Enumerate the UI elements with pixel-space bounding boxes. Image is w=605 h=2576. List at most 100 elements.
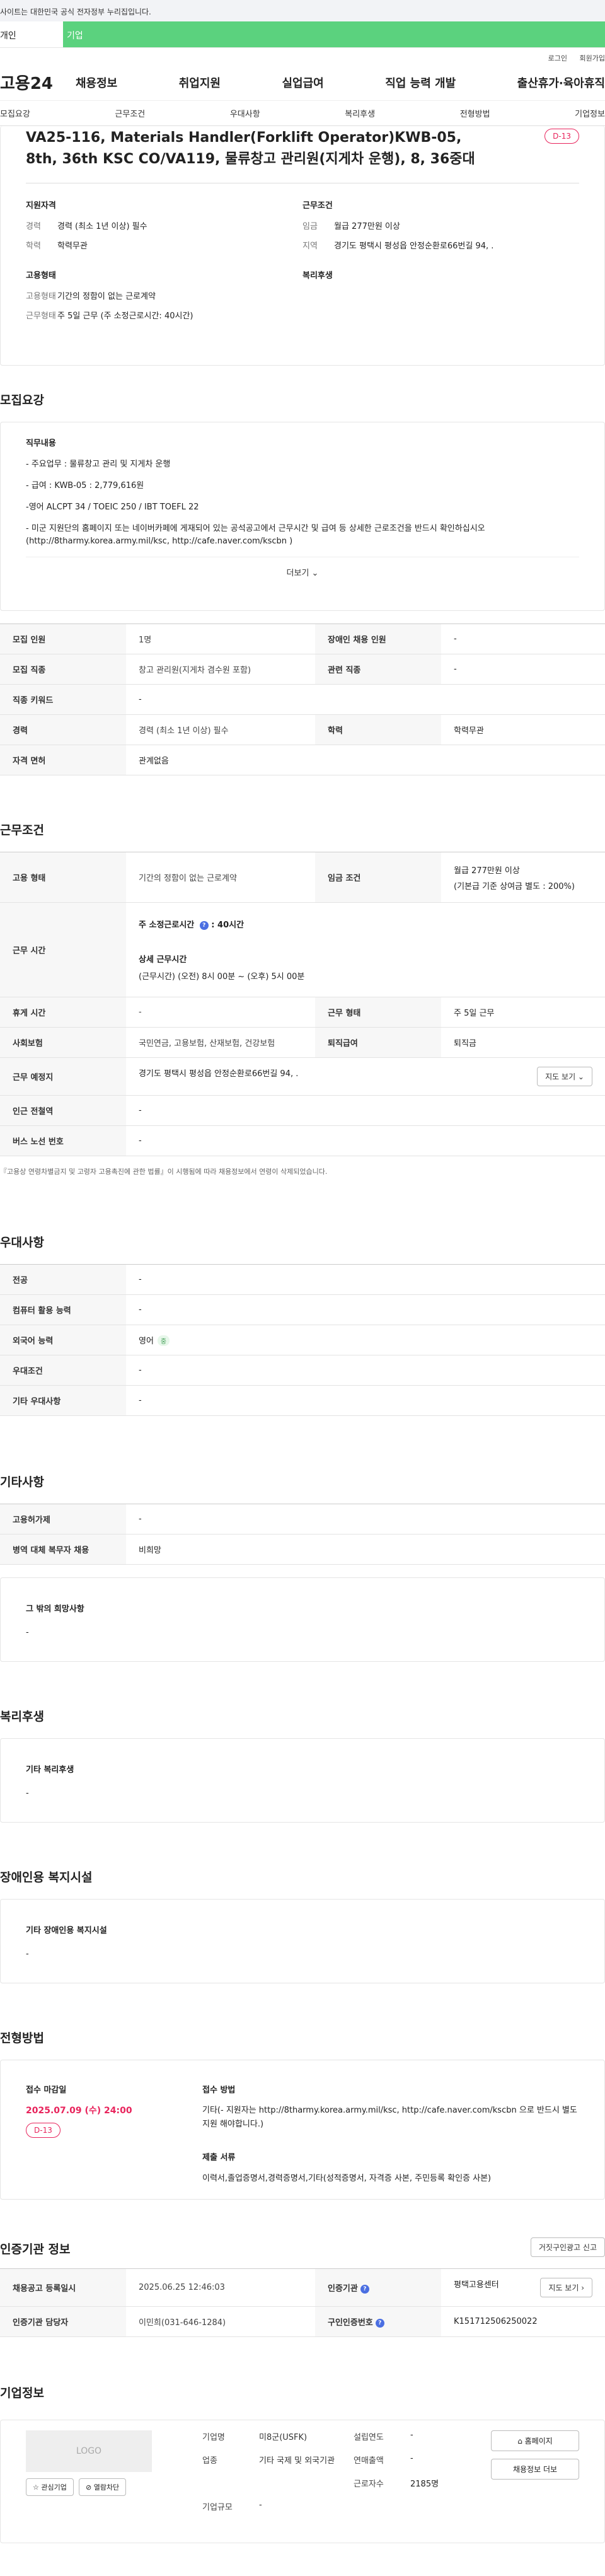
favorite-company-button[interactable]: ☆ 관심기업 bbox=[26, 2478, 74, 2496]
deadline-heading: 접수 마감일 bbox=[26, 2086, 67, 2095]
job-description-line: - 미군 지원단의 홈페이지 또는 네이버카페에 게재되어 있는 공석공고에서 … bbox=[26, 524, 485, 546]
label: 임금 bbox=[302, 222, 318, 231]
subnav-company[interactable]: 기업정보 bbox=[575, 107, 605, 119]
table-value: 주 5일 근무 bbox=[441, 997, 605, 1028]
table-row: 자격 면허 관계없음 bbox=[0, 745, 605, 775]
table-row: 직종 키워드 - bbox=[0, 684, 605, 715]
section-title-apply: 전형방법 bbox=[0, 2031, 44, 2045]
gnb-menu: 채용정보 취업지원 실업급여 직업 능력 개발 출산휴가·육아휴직 bbox=[76, 74, 605, 91]
gnb-item-training[interactable]: 직업 능력 개발 bbox=[385, 74, 456, 91]
subnav-apply[interactable]: 전형방법 bbox=[460, 107, 490, 119]
standard-hours: 주 소정근로시간 ? : 40시간 bbox=[139, 920, 245, 930]
label: 연매출액 bbox=[354, 2456, 384, 2466]
table-label: 기타 우대사항 bbox=[0, 1385, 126, 1416]
company-buttons: ⌂ 홈페이지 채용정보 더보 bbox=[491, 2430, 579, 2487]
value: - bbox=[410, 2454, 413, 2463]
gov-banner: 사이트는 대한민국 공식 전자정부 누리집입니다. bbox=[0, 0, 605, 21]
label: 기업규모 bbox=[202, 2503, 233, 2512]
summary-row: 경력 경력 (최소 1년 이상) 필수 bbox=[26, 219, 302, 231]
value: - bbox=[259, 2500, 262, 2510]
subnav-work[interactable]: 근무조건 bbox=[115, 107, 145, 119]
table-value: 학력무관 bbox=[441, 714, 605, 745]
subnav-welfare[interactable]: 복리후생 bbox=[345, 107, 375, 119]
gnb-item-jobs[interactable]: 채용정보 bbox=[76, 74, 117, 91]
more-jobs-button[interactable]: 채용정보 더보 bbox=[491, 2459, 579, 2480]
table-label: 퇴직급여 bbox=[315, 1027, 441, 1058]
gnb-item-leave[interactable]: 출산휴가·육아휴직 bbox=[517, 74, 605, 91]
table-row: 병역 대체 복무자 채용 비희망 bbox=[0, 1534, 605, 1565]
table-label: 컴퓨터 활용 능력 bbox=[0, 1294, 126, 1325]
table-label: 사회보험 bbox=[0, 1027, 126, 1058]
label: 업종 bbox=[202, 2456, 217, 2466]
info-icon[interactable]: ? bbox=[199, 920, 209, 930]
docs-value: 이력서,졸업증명서,경력증명서,기타(성적증명서, 자격증 사본, 주민등록 확… bbox=[202, 2174, 492, 2183]
table-value: 국민연금, 고용보험, 산재보험, 건강보험 bbox=[126, 1027, 315, 1058]
report-fake-ad-button[interactable]: 거짓구인광고 신고 bbox=[530, 2237, 605, 2257]
welfare-section: 복리후생 기타 복리후생 - bbox=[0, 1662, 605, 1823]
table-value: 이민희(031-646-1284) bbox=[126, 2306, 315, 2337]
table-value: - bbox=[126, 1385, 605, 1416]
etc-section: 기타사항 고용허가제 - 병역 대체 복무자 채용 비희망 그 밖의 희망사항 - bbox=[0, 1416, 605, 1662]
table-label: 근무 형태 bbox=[315, 997, 441, 1028]
summary-qualification: 지원자격 경력 경력 (최소 1년 이상) 필수 학력 학력무관 고용형태 고용형태… bbox=[26, 199, 302, 328]
welfare-value: - bbox=[26, 1789, 29, 1798]
block-company-button[interactable]: ⊘ 열람차단 bbox=[78, 2478, 127, 2496]
summary-row: 학력 학력무관 bbox=[26, 239, 302, 251]
gnb-item-employment-support[interactable]: 취업지원 bbox=[179, 74, 221, 91]
qualification-heading: 지원자격 bbox=[26, 201, 56, 211]
table-label: 관련 직종 bbox=[315, 654, 441, 685]
value: 기간의 정함이 없는 근로계약 bbox=[57, 292, 156, 301]
value: 월급 277만원 이상 bbox=[334, 222, 400, 231]
homepage-button[interactable]: ⌂ 홈페이지 bbox=[491, 2430, 579, 2451]
section-title-welfare: 복리후생 bbox=[0, 1710, 44, 1724]
value: 경력 (최소 1년 이상) 필수 bbox=[57, 222, 147, 231]
table-label: 경력 bbox=[0, 714, 126, 745]
company-info: 기업명 미8군(USFK) 설립연도 - 업종 기타 국제 및 외국기관 연매출액 - 근로… bbox=[202, 2430, 439, 2524]
summary-grid: 지원자격 경력 경력 (최소 1년 이상) 필수 학력 학력무관 고용형태 고용형태… bbox=[26, 199, 579, 328]
table-value: 비희망 bbox=[126, 1534, 605, 1565]
info-icon[interactable]: ? bbox=[360, 2284, 369, 2294]
value: 학력무관 bbox=[57, 241, 88, 251]
job-description-line: - 급여 : KWB-05 : 2,779,616원 bbox=[26, 481, 144, 490]
table-row: 고용 형태 기간의 정함이 없는 근로계약 임금 조건 월급 277만원 이상 (… bbox=[0, 852, 605, 903]
login-link[interactable]: 로그인 bbox=[548, 53, 567, 63]
summary-row: 근무형태 주 5일 근무 (주 소정근로시간: 40시간) bbox=[26, 309, 302, 321]
table-label: 휴게 시간 bbox=[0, 997, 126, 1028]
company-info-row: 근로자수 2185명 bbox=[202, 2477, 439, 2489]
join-link[interactable]: 회원가입 bbox=[580, 53, 605, 63]
table-value: 영어 중 bbox=[126, 1325, 605, 1355]
table-value: 1명 bbox=[126, 624, 315, 654]
gnb-item-unemployment-benefit[interactable]: 실업급여 bbox=[282, 74, 324, 91]
table-row: 경력 경력 (최소 1년 이상) 필수 학력 학력무관 bbox=[0, 714, 605, 745]
more-button[interactable]: 더보기 ⌄ bbox=[26, 557, 579, 581]
table-label: 우대조건 bbox=[0, 1355, 126, 1386]
value: 미8군(USFK) bbox=[259, 2433, 308, 2442]
tab-personal[interactable]: 개인 bbox=[0, 21, 63, 47]
table-label: 근무 예정지 bbox=[0, 1057, 126, 1096]
pref-section: 우대사항 전공 - 컴퓨터 활용 능력 - 외국어 능력 영어 중 우대조건 - 기타 우… bbox=[0, 1176, 605, 1416]
table-value: 기간의 정함이 없는 근로계약 bbox=[126, 852, 315, 903]
apply-method: 접수 방법 기타(- 지원자는 http://8tharmy.korea.arm… bbox=[202, 2083, 579, 2183]
map-button[interactable]: 지도 보기 ⌄ bbox=[537, 1067, 592, 1086]
dday-badge: D-13 bbox=[544, 129, 579, 144]
label: 근무형태 bbox=[26, 311, 56, 321]
table-value: 경기도 평택시 평성읍 안정순환로66번길 94, . 지도 보기 ⌄ bbox=[126, 1057, 605, 1096]
table-label: 인근 전철역 bbox=[0, 1095, 126, 1126]
page-bottom-spacer bbox=[0, 2543, 605, 2576]
detail-hours-heading: 상세 근무시간 bbox=[139, 955, 187, 965]
table-value: - bbox=[126, 1294, 605, 1325]
info-icon[interactable]: ? bbox=[375, 2318, 384, 2328]
tab-company[interactable]: 기업 bbox=[63, 21, 605, 47]
subnav-recruit[interactable]: 모집요강 bbox=[0, 107, 30, 119]
welfare-box: 기타 복리후생 - bbox=[0, 1738, 605, 1823]
subnav-pref[interactable]: 우대사항 bbox=[230, 107, 260, 119]
table-label: 전공 bbox=[0, 1264, 126, 1295]
global-nav: 고용24 채용정보 취업지원 실업급여 직업 능력 개발 출산휴가·육아휴직 bbox=[0, 64, 605, 101]
table-label: 병역 대체 복무자 채용 bbox=[0, 1534, 126, 1565]
site-logo[interactable]: 고용24 bbox=[0, 71, 76, 94]
org-value: 평택고용센터 bbox=[454, 2280, 499, 2290]
map-button[interactable]: 지도 보기 › bbox=[540, 2278, 592, 2297]
value: - bbox=[410, 2430, 413, 2440]
cert-no-label: 구인인증번호 bbox=[328, 2318, 373, 2328]
job-description-heading: 직무내용 bbox=[26, 439, 56, 448]
